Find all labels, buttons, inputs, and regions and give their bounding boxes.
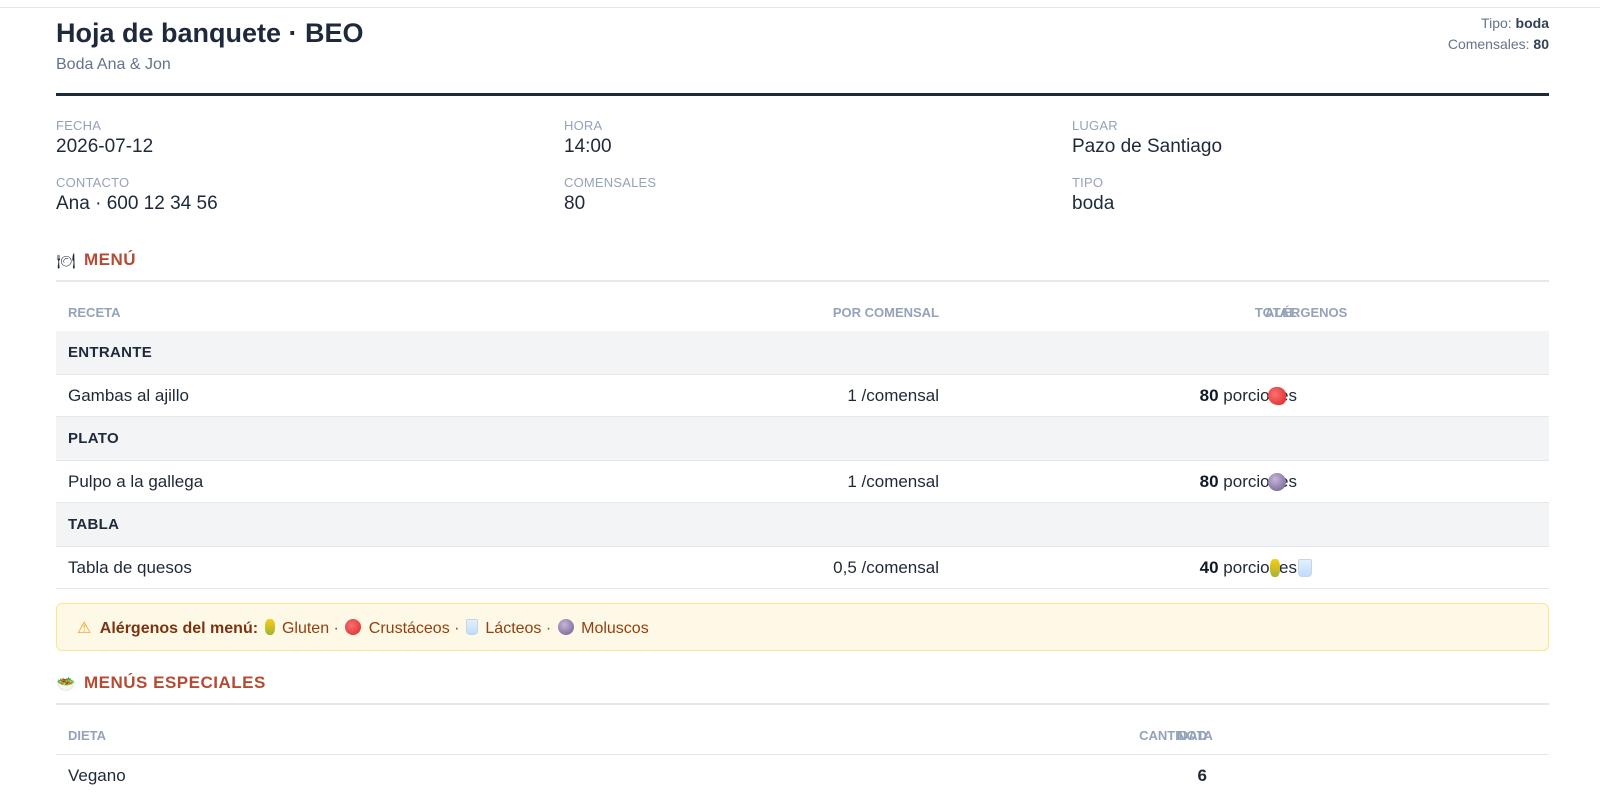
banquet-sheet: Hoja de banquete · BEO Boda Ana & Jon Ti… [56, 8, 1549, 794]
allergen-warning: ⚠ Alérgenos del menú: Gluten · Crustáceo… [56, 603, 1549, 651]
category-row: ENTRANTE [56, 331, 1549, 375]
category-row: PLATO [56, 417, 1549, 461]
salad-icon: 🥗 [56, 676, 76, 693]
info-fecha: FECHA 2026-07-12 [56, 118, 154, 157]
category-row: TABLA [56, 503, 1549, 547]
info-contacto: CONTACTO Ana · 600 12 34 56 [56, 175, 218, 214]
info-comensales: COMENSALES 80 [564, 175, 657, 214]
table-row: Tabla de quesos 0,5 /comensal 40 porcion… [56, 547, 1549, 589]
info-tipo: TIPO boda [1072, 175, 1115, 214]
meta-comensales: Comensales: 80 [1447, 36, 1549, 52]
meta-tipo: Tipo: boda [1481, 15, 1549, 31]
wheat-icon [264, 619, 275, 635]
warning-icon: ⚠ [77, 620, 92, 637]
milk-icon [465, 619, 478, 635]
milk-icon [1298, 559, 1312, 577]
page-title: Hoja de banquete · BEO [56, 18, 364, 48]
sheet-header: Hoja de banquete · BEO Boda Ana & Jon Ti… [56, 8, 1549, 96]
col-receta: RECETA [68, 305, 121, 320]
plate-icon: 🍽 [56, 253, 76, 270]
octopus-icon [557, 619, 574, 635]
col-dieta: DIETA [68, 728, 107, 743]
table-row: Gambas al ajillo 1 /comensal 80 porcione… [56, 375, 1549, 417]
menu-section-title: 🍽 MENÚ [56, 250, 1549, 282]
shrimp-icon [1268, 387, 1286, 405]
wheat-icon [1270, 559, 1280, 577]
info-hora: HORA 14:00 [564, 118, 612, 157]
special-menus-title: 🥗 MENÚS ESPECIALES [56, 673, 1549, 705]
octopus-icon [1268, 473, 1286, 491]
col-por-comensal: POR COMENSAL [832, 305, 939, 320]
page-subtitle: Boda Ana & Jon [56, 56, 171, 73]
col-nota: NOTA [1177, 728, 1213, 743]
col-alergenos: ALÉRGENOS [1265, 305, 1348, 320]
shrimp-icon [345, 619, 362, 635]
table-row: Vegano 6 [56, 754, 1549, 794]
info-lugar: LUGAR Pazo de Santiago [1072, 118, 1223, 157]
table-row: Pulpo a la gallega 1 /comensal 80 porcio… [56, 461, 1549, 503]
